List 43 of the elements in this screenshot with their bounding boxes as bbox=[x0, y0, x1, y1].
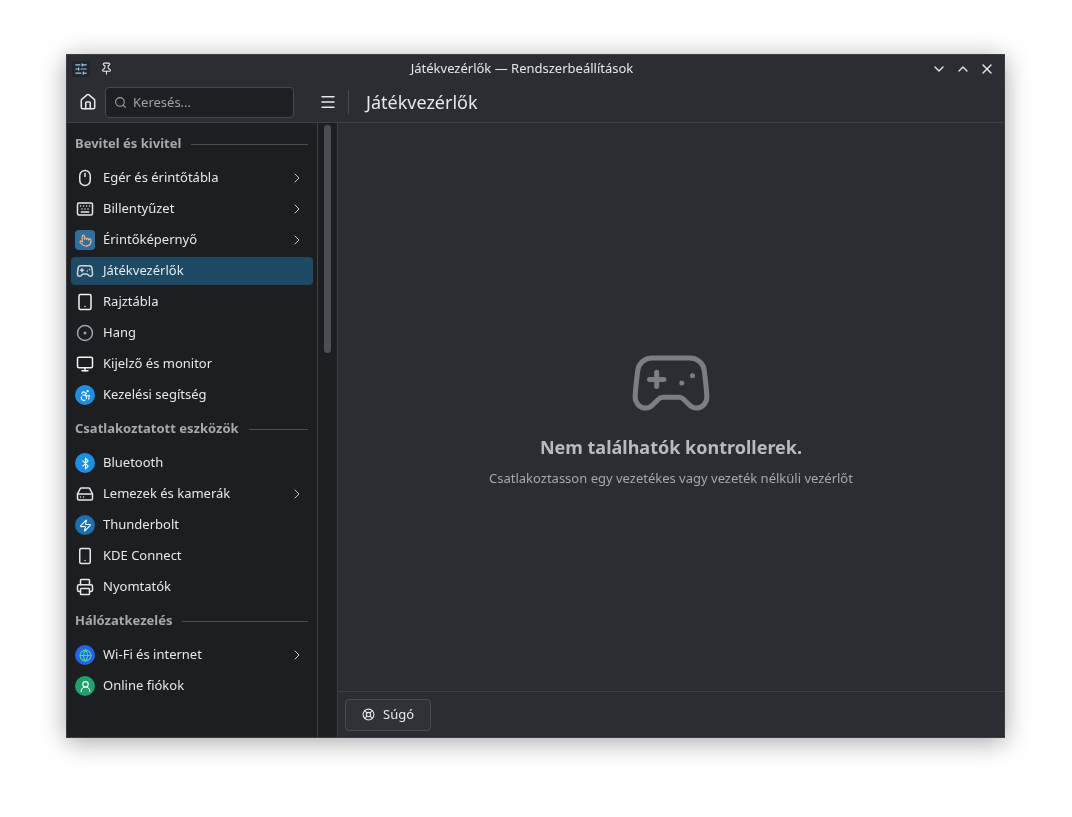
accessibility-icon bbox=[75, 385, 95, 405]
window-title: Játékvezérlők — Rendszerbeállítások bbox=[408, 58, 635, 79]
section-heading: Bevitel és kivitel bbox=[75, 134, 182, 154]
sidebar-item[interactable]: Billentyűzet bbox=[71, 195, 313, 223]
sidebar-item[interactable]: Lemezek és kamerák bbox=[71, 480, 313, 508]
printer-icon bbox=[75, 577, 95, 597]
search-icon bbox=[114, 95, 127, 109]
search-field[interactable]: Keresés... bbox=[105, 86, 294, 118]
page-title: Játékvezérlők bbox=[366, 88, 478, 116]
sidebar-item[interactable]: Bluetooth bbox=[71, 449, 313, 477]
section-heading: Csatlakoztatott eszközök bbox=[75, 419, 239, 439]
empty-state-message: Csatlakoztasson egy vezetékes vagy vezeték nélküli vezérlőt bbox=[489, 468, 853, 489]
pin-icon[interactable] bbox=[100, 62, 113, 75]
tablet-icon bbox=[75, 292, 95, 312]
user-icon bbox=[75, 676, 95, 696]
globe-icon bbox=[75, 645, 95, 665]
touch-icon bbox=[75, 230, 95, 250]
scrollbar[interactable] bbox=[317, 123, 338, 737]
section-heading: Hálózatkezelés bbox=[75, 611, 173, 631]
sidebar-item[interactable]: Hang bbox=[71, 319, 313, 347]
sidebar-item[interactable]: Nyomtatók bbox=[71, 573, 313, 601]
sidebar-item[interactable]: Kijelző és monitor bbox=[71, 350, 313, 378]
sidebar-item[interactable]: KDE Connect bbox=[71, 542, 313, 570]
bluetooth-icon bbox=[75, 453, 95, 473]
settings-app-icon bbox=[72, 60, 90, 77]
monitor-icon bbox=[75, 354, 95, 374]
lifebuoy-icon bbox=[362, 708, 375, 721]
sidebar-item[interactable]: Érintőképernyő bbox=[71, 226, 313, 254]
home-icon[interactable] bbox=[79, 93, 97, 111]
sidebar-item[interactable]: Wi-Fi és internet bbox=[71, 641, 313, 669]
sidebar-item[interactable]: Thunderbolt bbox=[71, 511, 313, 539]
sidebar-item[interactable]: Kezelési segítség bbox=[71, 381, 313, 409]
sidebar-item[interactable]: Játékvezérlők bbox=[71, 257, 313, 285]
menu-icon[interactable] bbox=[318, 93, 337, 111]
lightning-icon bbox=[75, 515, 95, 535]
knob-icon bbox=[75, 323, 95, 343]
keyboard-icon bbox=[75, 199, 95, 219]
help-button[interactable]: Súgó bbox=[345, 698, 432, 731]
sidebar-item[interactable]: Rajztábla bbox=[71, 288, 313, 316]
drive-icon bbox=[75, 484, 95, 504]
sidebar-item[interactable]: Egér és érintőtábla bbox=[71, 164, 313, 192]
sidebar-item[interactable]: Online fiókok bbox=[71, 672, 313, 700]
empty-state-heading: Nem találhatók kontrollerek. bbox=[539, 433, 803, 461]
